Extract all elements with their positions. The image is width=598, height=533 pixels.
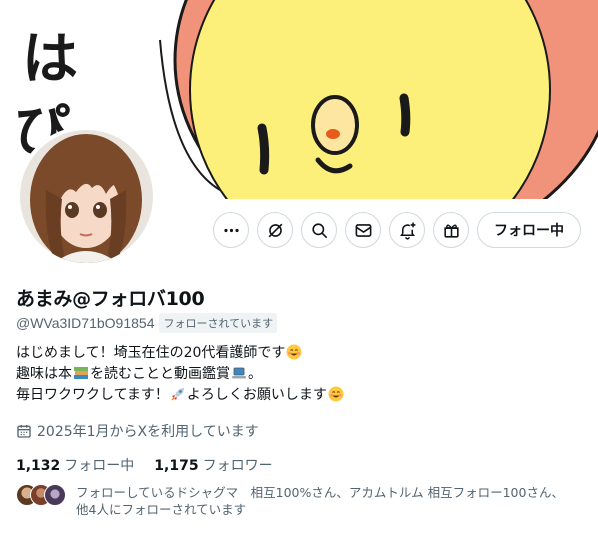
message-button[interactable] [345, 212, 381, 248]
search-button[interactable] [301, 212, 337, 248]
profile-actions: フォロー中 [213, 212, 581, 248]
followers-link[interactable]: 1,175 フォロワー [154, 455, 272, 475]
profile-bio: はじめまして！埼玉在住の20代看護師です 趣味は本 を読むことと動画鑑賞。 毎日ワ… [16, 343, 345, 406]
gift-button[interactable] [433, 212, 469, 248]
bell-plus-icon [399, 222, 415, 240]
smile-emoji-icon-2 [328, 386, 344, 402]
following-count: 1,132 [16, 458, 61, 474]
laptop-emoji-icon [232, 367, 246, 379]
banner-handwriting-ha: は [22, 27, 78, 92]
followed-by-text: フォローしているドシャグマ 相互100%さん、アカムトルム 相互フォロー100さ… [76, 485, 564, 517]
followers-count: 1,175 [154, 458, 199, 474]
books-emoji-icon [74, 367, 88, 379]
envelope-icon [355, 223, 371, 237]
followers-label: フォロワー [202, 458, 273, 474]
profile-avatar[interactable] [16, 126, 157, 267]
bio-line-2: 趣味は本 を読むことと動画鑑賞。 [16, 366, 262, 382]
more-icon [223, 228, 239, 232]
search-icon [311, 222, 327, 238]
mini-avatar [44, 484, 66, 506]
follows-you-badge: フォローされています [159, 313, 278, 333]
followed-by-avatars [16, 484, 68, 506]
bio-line-1: はじめまして！埼玉在住の20代看護師です [16, 343, 345, 364]
rocket-emoji-icon [171, 388, 184, 401]
display-name: あまみ@フォロバ100 [16, 288, 205, 310]
gift-icon [443, 224, 459, 238]
grok-button[interactable] [257, 212, 293, 248]
follow-stats: 1,132 フォロー中 1,175 フォロワー [16, 455, 273, 475]
joined-text: 2025年1月からXを利用しています [37, 424, 259, 440]
bio-line-3: 毎日ワクワクしてます！ よろしくお願いします [16, 385, 345, 406]
following-button[interactable]: フォロー中 [477, 212, 581, 248]
smile-emoji-icon [286, 344, 302, 360]
avatar-image [20, 130, 153, 263]
handle-row: @WVa3ID71bO91854 フォローされています [16, 313, 278, 333]
notify-button[interactable] [389, 212, 425, 248]
following-link[interactable]: 1,132 フォロー中 [16, 455, 134, 475]
followed-by[interactable]: フォローしているドシャグマ 相互100%さん、アカムトルム 相互フォロー100さ… [16, 484, 586, 518]
handle: @WVa3ID71bO91854 [16, 315, 155, 331]
more-button[interactable] [213, 212, 249, 248]
joined-date: 2025年1月からXを利用しています [16, 421, 259, 441]
calendar-icon [17, 425, 31, 438]
following-label: フォロー中 [64, 458, 135, 474]
grok-icon [268, 223, 282, 237]
